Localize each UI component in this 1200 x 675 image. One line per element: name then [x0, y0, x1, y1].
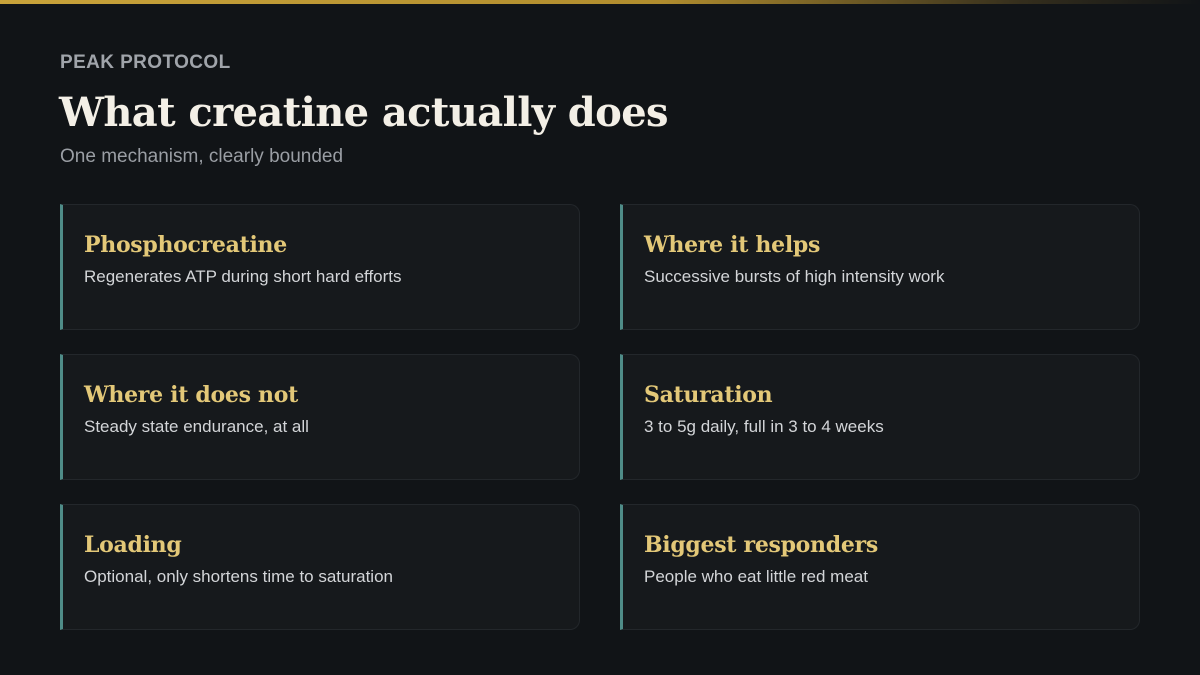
eyebrow-label: PEAK PROTOCOL: [60, 52, 231, 73]
card-description: Successive bursts of high intensity work: [644, 267, 945, 286]
card-description: 3 to 5g daily, full in 3 to 4 weeks: [644, 417, 884, 436]
card-title: Where it helps: [644, 232, 821, 258]
page-title: What creatine actually does: [59, 89, 669, 136]
card-where-it-does-not: Where it does not Steady state endurance…: [60, 354, 580, 480]
top-accent-bar: [0, 0, 1200, 4]
card-description: Optional, only shortens time to saturati…: [84, 567, 393, 586]
card-phosphocreatine: Phosphocreatine Regenerates ATP during s…: [60, 204, 580, 330]
card-saturation: Saturation 3 to 5g daily, full in 3 to 4…: [620, 354, 1140, 480]
card-title: Where it does not: [84, 382, 298, 408]
card-title: Saturation: [644, 382, 773, 408]
card-title: Biggest responders: [644, 532, 878, 558]
card-title: Loading: [84, 532, 182, 558]
card-description: Regenerates ATP during short hard effort…: [84, 267, 402, 286]
card-loading: Loading Optional, only shortens time to …: [60, 504, 580, 630]
card-biggest-responders: Biggest responders People who eat little…: [620, 504, 1140, 630]
card-grid: Phosphocreatine Regenerates ATP during s…: [60, 204, 1140, 630]
card-where-it-helps: Where it helps Successive bursts of high…: [620, 204, 1140, 330]
page-subtitle: One mechanism, clearly bounded: [60, 146, 344, 167]
card-description: People who eat little red meat: [644, 567, 868, 586]
card-title: Phosphocreatine: [84, 232, 287, 258]
card-description: Steady state endurance, at all: [84, 417, 309, 436]
